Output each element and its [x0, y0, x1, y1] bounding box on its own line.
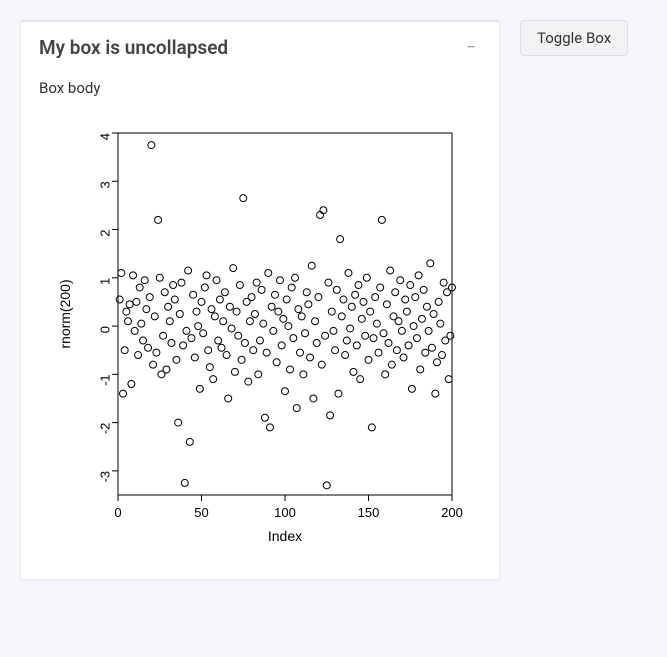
svg-text:1: 1: [97, 278, 112, 285]
svg-text:150: 150: [358, 505, 380, 520]
minus-icon[interactable]: −: [461, 38, 481, 58]
collapsible-box: My box is uncollapsed − Box body 0 50 100 1…: [20, 20, 500, 580]
plot-container: 0 50 100 150 200 -3 -2 -1 0 1 2 3 4 Index rnorm(200): [39, 115, 481, 555]
box-title: My box is uncollapsed: [39, 36, 228, 59]
svg-text:0: 0: [114, 505, 121, 520]
svg-text:200: 200: [441, 505, 463, 520]
svg-text:3: 3: [97, 181, 112, 188]
svg-text:0: 0: [97, 326, 112, 333]
toggle-box-button[interactable]: Toggle Box: [520, 20, 628, 56]
svg-text:-1: -1: [97, 374, 112, 386]
svg-text:-2: -2: [97, 423, 112, 435]
box-header: My box is uncollapsed −: [21, 22, 499, 63]
scatter-plot: 0 50 100 150 200 -3 -2 -1 0 1 2 3 4 Index rnorm(200): [50, 115, 470, 555]
box-body-text: Box body: [39, 79, 481, 97]
svg-text:-3: -3: [97, 471, 112, 483]
svg-text:rnorm(200): rnorm(200): [57, 279, 73, 348]
svg-text:100: 100: [274, 505, 296, 520]
svg-text:2: 2: [97, 230, 112, 237]
svg-text:Index: Index: [268, 528, 302, 544]
svg-text:50: 50: [194, 505, 208, 520]
svg-text:4: 4: [97, 133, 112, 140]
box-body: Box body 0 50 100 150 200 -3 -2 -1 0 1 2 3 4 Index rno…: [21, 63, 499, 579]
